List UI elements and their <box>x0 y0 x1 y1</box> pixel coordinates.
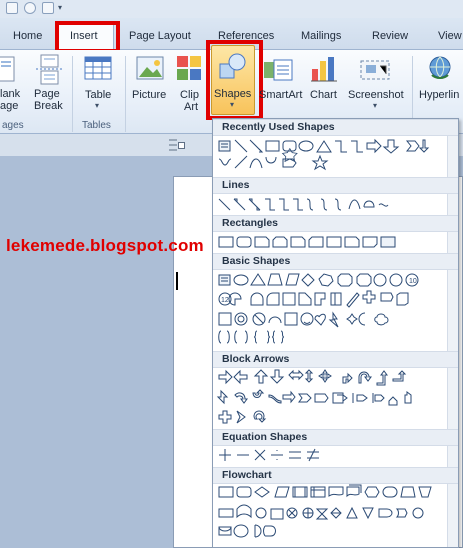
tables-group-label: Tables <box>82 120 111 131</box>
qat-dropdown-icon[interactable]: ▾ <box>58 3 62 12</box>
screenshot-dropdown-icon[interactable]: ▾ <box>373 101 377 110</box>
text-caret <box>176 272 178 290</box>
block-arrows-row-2 <box>216 389 412 406</box>
tab-mailings[interactable]: Mailings <box>301 27 341 45</box>
group-separator <box>72 56 73 132</box>
quick-access-toolbar: ▾ <box>0 0 463 18</box>
page-break-label-2: Break <box>34 100 63 112</box>
recent-row-2 <box>218 147 329 171</box>
page-break-label: Page <box>34 88 60 100</box>
picture-icon[interactable] <box>136 55 164 83</box>
tab-page-layout[interactable]: Page Layout <box>129 27 191 45</box>
insert-tab-highlight <box>55 21 120 53</box>
equation-row <box>219 448 319 462</box>
screenshot-icon[interactable] <box>360 58 390 82</box>
flowchart-row-3 <box>218 524 276 538</box>
table-label[interactable]: Table <box>85 89 111 101</box>
basic-row-3 <box>218 311 389 328</box>
clip-art-icon[interactable] <box>176 55 202 83</box>
chart-label[interactable]: Chart <box>310 89 337 101</box>
basic-row-1 <box>218 273 419 287</box>
disabled-icon <box>24 2 36 14</box>
basic-row-2 <box>218 290 409 308</box>
table-icon[interactable] <box>84 55 112 83</box>
tab-view[interactable]: View <box>438 27 462 45</box>
flowchart-row-2 <box>218 504 424 520</box>
shapes-button-highlight <box>206 40 263 120</box>
tab-home[interactable]: Home <box>13 27 42 45</box>
basic-row-4 <box>218 330 285 344</box>
tab-review[interactable]: Review <box>372 27 408 45</box>
smartart-label[interactable]: SmartArt <box>259 89 302 101</box>
redo-icon[interactable] <box>6 2 18 14</box>
blank-page-icon[interactable] <box>0 56 16 84</box>
picture-label[interactable]: Picture <box>132 89 166 101</box>
table-dropdown-icon[interactable]: ▾ <box>95 101 99 110</box>
print-preview-icon[interactable] <box>42 2 54 14</box>
chart-icon[interactable] <box>310 55 338 83</box>
clip-art-label-2[interactable]: Art <box>184 101 198 113</box>
group-separator <box>125 56 126 132</box>
pages-group-label: ages <box>2 120 24 131</box>
blog-watermark: lekemede.blogspot.com <box>6 236 204 255</box>
blank-page-label-2: age <box>0 100 19 112</box>
recent-row-1 <box>218 138 430 154</box>
lines-row <box>218 198 389 211</box>
shape-icons[interactable]: 10 12 <box>213 119 448 548</box>
block-arrows-row-1 <box>218 369 407 386</box>
hyperlink-label[interactable]: Hyperlin <box>419 89 459 101</box>
smartart-icon[interactable] <box>264 58 294 82</box>
badge-10: 10 <box>409 278 417 285</box>
hyperlink-icon[interactable] <box>426 55 454 83</box>
page-break-icon[interactable] <box>35 54 63 86</box>
badge-12: 12 <box>221 297 229 304</box>
block-arrows-row-3 <box>218 410 267 424</box>
shapes-gallery: Recently Used Shapes Lines Rectangles Ba… <box>212 118 459 548</box>
rectangles-row <box>218 236 396 248</box>
screenshot-label[interactable]: Screenshot <box>348 89 404 101</box>
flowchart-row-1 <box>218 484 432 498</box>
clip-art-label[interactable]: Clip <box>180 89 199 101</box>
blank-page-label: lank <box>0 88 21 100</box>
